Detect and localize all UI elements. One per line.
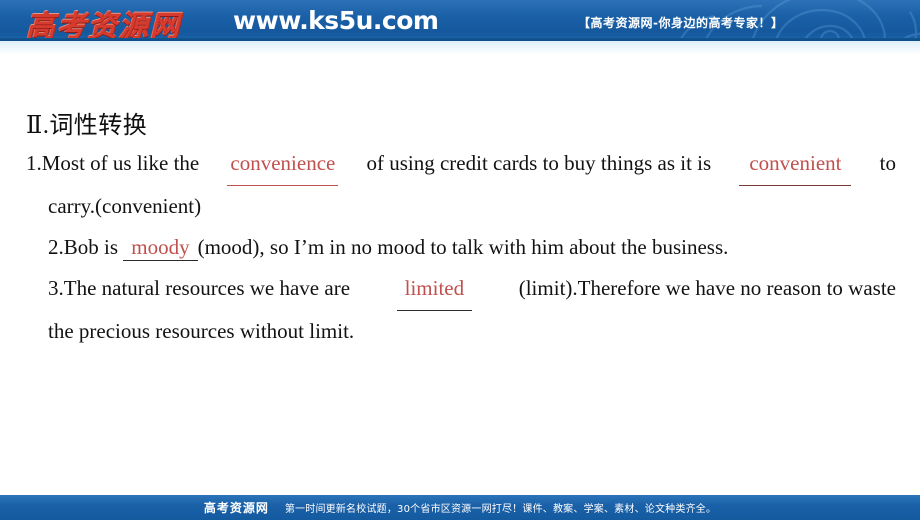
question-1-line-2-text: carry.(convenient) bbox=[48, 194, 202, 218]
question-3-line-1: 3.The natural resources we have are limi… bbox=[48, 268, 896, 311]
question-1-text-after: to bbox=[879, 151, 896, 175]
slide-content: Ⅱ.词性转换 1.Most of us like the convenience… bbox=[0, 55, 920, 485]
question-2-text-after: (mood), so I’m in no mood to talk with h… bbox=[197, 235, 729, 259]
question-1-text-mid: of using credit cards to buy things as i… bbox=[366, 151, 712, 175]
answer-convenient: convenient bbox=[739, 143, 852, 186]
list-item: 2.Bob is moody (mood), so I’m in no mood … bbox=[26, 227, 896, 268]
list-item: 3.The natural resources we have are limi… bbox=[26, 268, 896, 352]
question-1-line-2: carry.(convenient) bbox=[26, 186, 896, 227]
footer-logo: 高考资源网 bbox=[203, 501, 269, 515]
header-logo-url: www.ks5u.com bbox=[233, 6, 439, 35]
question-1-line-1: 1.Most of us like the convenience of usi… bbox=[26, 143, 896, 186]
answer-convenience: convenience bbox=[227, 143, 339, 186]
footer-spacer bbox=[0, 485, 920, 493]
question-3-line-2: the precious resources without limit. bbox=[26, 311, 896, 352]
question-3-line-2-text: the precious resources without limit. bbox=[48, 319, 355, 343]
subheader-gradient-strip bbox=[0, 41, 920, 55]
site-footer: 高考资源网 第一时间更新名校试题，30个省市区资源一网打尽！课件、教案、学案、素… bbox=[0, 493, 920, 520]
question-2-text-before: 2.Bob is bbox=[48, 235, 124, 259]
answer-moody: moody bbox=[123, 235, 198, 261]
question-1-text-before: 1.Most of us like the bbox=[26, 151, 200, 175]
page-title: Ⅱ.词性转换 bbox=[26, 113, 148, 139]
question-list: 1.Most of us like the convenience of usi… bbox=[26, 143, 896, 352]
footer-content: 高考资源网 第一时间更新名校试题，30个省市区资源一网打尽！课件、教案、学案、素… bbox=[0, 495, 920, 520]
list-item: 1.Most of us like the convenience of usi… bbox=[26, 143, 896, 227]
question-3-text-before: 3.The natural resources we have are bbox=[48, 276, 351, 300]
question-2-line-1: 2.Bob is moody (mood), so I’m in no mood … bbox=[26, 227, 896, 268]
header-tagline: 【高考资源网-你身边的高考专家！】 bbox=[578, 16, 784, 30]
footer-tagline: 第一时间更新名校试题，30个省市区资源一网打尽！课件、教案、学案、素材、论文种类… bbox=[284, 504, 717, 515]
header-logo-chinese: 高考资源网 bbox=[26, 11, 182, 41]
question-3-text-after: (limit).Therefore we have no reason to w… bbox=[518, 276, 896, 300]
answer-limited: limited bbox=[396, 268, 473, 311]
site-header: 高考资源网 www.ks5u.com 【高考资源网-你身边的高考专家！】 bbox=[0, 0, 920, 41]
